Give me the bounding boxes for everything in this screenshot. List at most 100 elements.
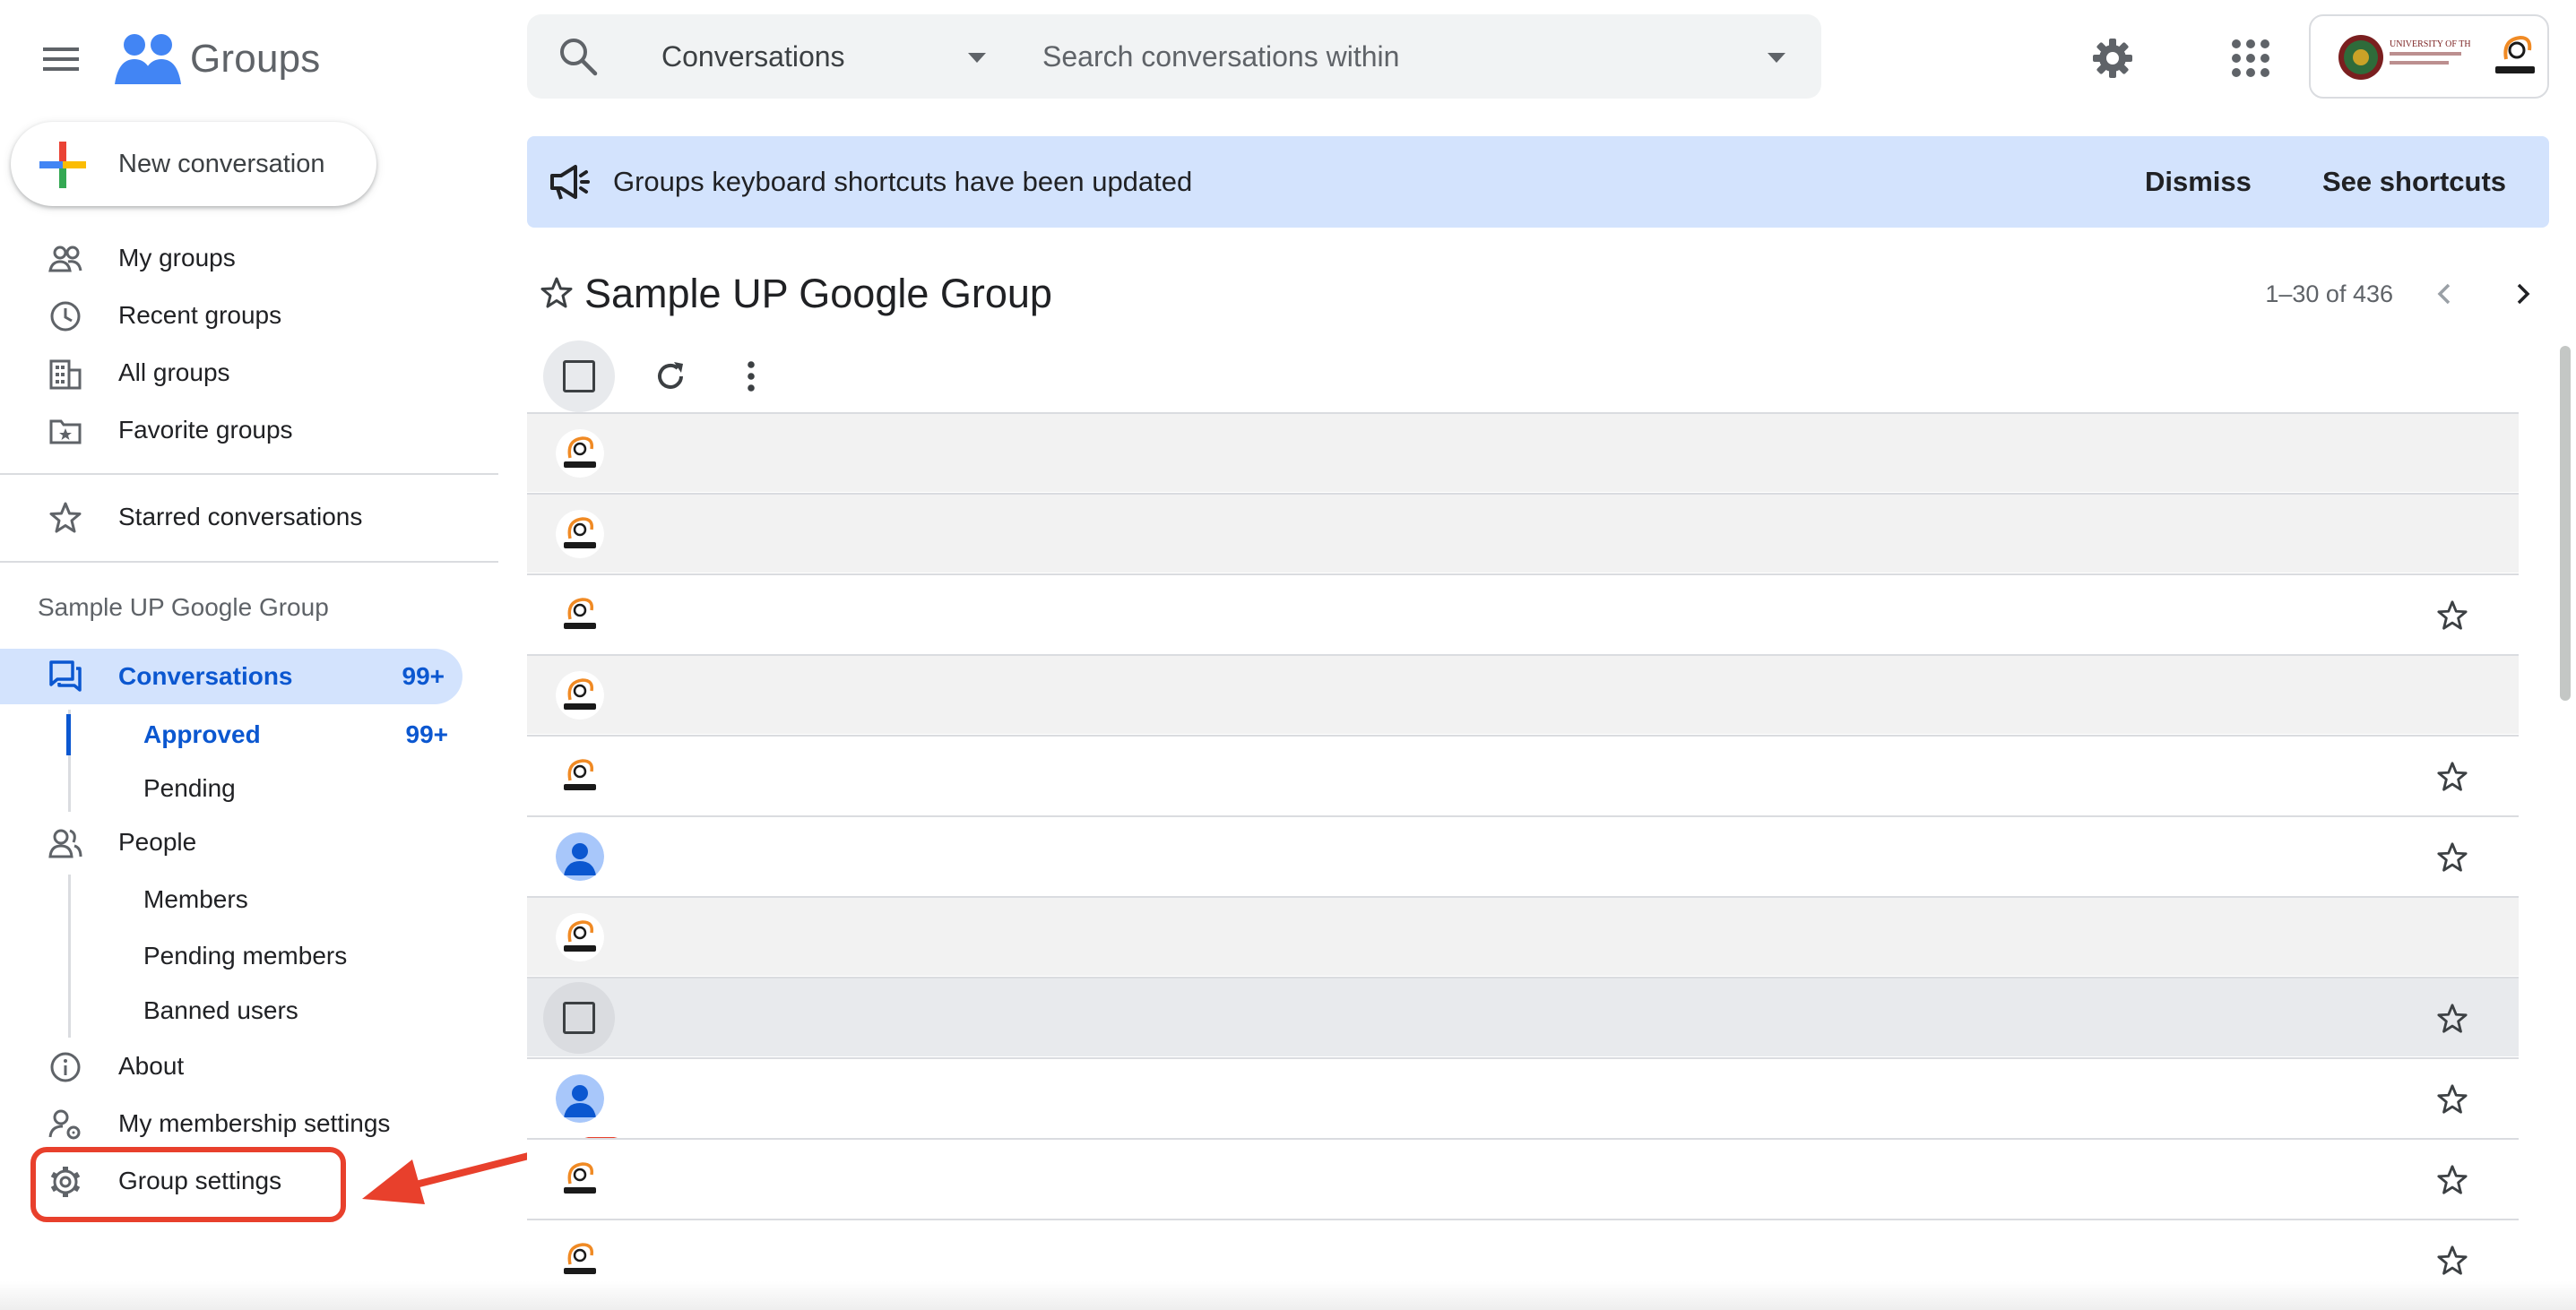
conversation-row[interactable] <box>527 815 2519 895</box>
chevron-left-icon[interactable] <box>2431 280 2459 308</box>
dismiss-button[interactable]: Dismiss <box>2145 136 2252 228</box>
avatar-upitdc-icon <box>556 510 604 558</box>
pagination-range: 1–30 of 436 <box>2265 280 2393 307</box>
nav-pending-members[interactable]: Pending members <box>0 930 466 982</box>
new-conversation-label: New conversation <box>118 150 325 178</box>
refresh-icon[interactable] <box>653 358 688 394</box>
conversation-row[interactable] <box>527 896 2519 976</box>
svg-text:UNIVERSITY OF THE PHILIPPINES: UNIVERSITY OF THE PHILIPPINES <box>2390 39 2470 49</box>
nav-people[interactable]: People <box>0 815 466 869</box>
star-outline-icon[interactable] <box>2436 1083 2468 1116</box>
building-icon <box>49 359 82 390</box>
conversation-row[interactable] <box>527 654 2519 734</box>
nav-label: Starred conversations <box>118 503 363 530</box>
nav-starred-conversations[interactable]: Starred conversations <box>0 490 466 544</box>
conversation-row[interactable] <box>527 1138 2519 1218</box>
nav-my-groups[interactable]: My groups <box>0 231 466 285</box>
caret-down-icon[interactable] <box>964 45 990 70</box>
new-conversation-button[interactable]: New conversation <box>11 122 376 206</box>
nav-pending[interactable]: Pending <box>0 763 466 814</box>
nav-label: My groups <box>118 244 236 271</box>
university-seal-icon <box>2338 35 2383 80</box>
plus-icon <box>39 142 86 188</box>
checkbox-box <box>563 1002 595 1034</box>
gear-icon <box>2093 39 2132 78</box>
conversation-row[interactable] <box>527 1057 2519 1137</box>
chat-bubbles-icon <box>49 660 82 692</box>
nav-recent-groups[interactable]: Recent groups <box>0 289 466 342</box>
more-vert-icon[interactable] <box>733 358 769 394</box>
nav-all-groups[interactable]: All groups <box>0 346 466 400</box>
about-label: About <box>118 1052 185 1080</box>
scrollbar[interactable] <box>2560 346 2571 701</box>
google-apps-button[interactable] <box>2226 34 2275 82</box>
search-options-caret-icon[interactable] <box>1764 45 1789 70</box>
conversations-count-badge: 99+ <box>402 662 445 690</box>
nav-label: Favorite groups <box>118 416 293 444</box>
chevron-right-icon[interactable] <box>2508 280 2537 308</box>
list-toolbar <box>543 340 1081 412</box>
annotation-highlight-box <box>30 1147 346 1222</box>
app-name: Groups <box>190 37 321 81</box>
members-label: Members <box>143 885 248 913</box>
see-shortcuts-button[interactable]: See shortcuts <box>2322 136 2506 228</box>
conversations-label: Conversations <box>118 662 293 690</box>
apps-grid-icon <box>2232 39 2269 77</box>
settings-button[interactable] <box>2088 34 2137 82</box>
search-icon[interactable] <box>558 36 599 77</box>
main-menu-button[interactable] <box>32 30 90 88</box>
info-icon <box>50 1052 81 1082</box>
avatar-person-icon <box>556 832 604 881</box>
group-header: Sample UP Google Group 1–30 of 436 <box>536 260 2544 328</box>
star-outline-icon <box>49 502 82 533</box>
conversation-row[interactable] <box>527 573 2519 653</box>
select-all-checkbox[interactable] <box>543 340 615 412</box>
star-outline-icon[interactable] <box>540 276 574 310</box>
avatar-upitdc-icon <box>556 671 604 720</box>
nav-banned-users[interactable]: Banned users <box>0 985 466 1037</box>
search-scope-select[interactable]: Conversations <box>661 14 845 99</box>
groups-logo-icon <box>115 34 181 84</box>
conversation-row[interactable] <box>527 977 2519 1056</box>
bottom-edge <box>0 1281 2576 1310</box>
checkbox-box <box>563 360 595 392</box>
megaphone-icon <box>550 165 590 200</box>
banned-users-label: Banned users <box>143 996 298 1024</box>
conversation-row[interactable] <box>527 493 2519 573</box>
nav-label: All groups <box>118 358 230 386</box>
people-outline-icon <box>48 246 82 272</box>
people-icon <box>48 829 82 858</box>
star-outline-icon[interactable] <box>2436 841 2468 874</box>
conversation-row[interactable] <box>527 735 2519 814</box>
pending-label: Pending <box>143 774 236 802</box>
search-bar[interactable]: Conversations Search conversations withi… <box>527 14 1821 99</box>
avatar-upitdc-icon <box>556 429 604 478</box>
nav-conversations[interactable]: Conversations 99+ <box>0 649 462 704</box>
star-outline-icon[interactable] <box>2436 1003 2468 1035</box>
shortcuts-banner: Groups keyboard shortcuts have been upda… <box>527 136 2549 228</box>
conversation-row[interactable] <box>527 412 2519 492</box>
pending-members-label: Pending members <box>143 942 348 970</box>
search-input[interactable]: Search conversations within <box>1042 14 1399 99</box>
nav-about[interactable]: About <box>0 1039 466 1093</box>
membership-settings-label: My membership settings <box>118 1109 391 1137</box>
star-outline-icon[interactable] <box>2436 761 2468 793</box>
row-select-checkbox[interactable] <box>543 982 615 1054</box>
star-outline-icon[interactable] <box>2436 599 2468 632</box>
avatar-upitdc-icon <box>556 913 604 961</box>
nav-favorite-groups[interactable]: Favorite groups <box>0 403 466 457</box>
page-title: Sample UP Google Group <box>584 271 1052 316</box>
sidebar-divider <box>0 561 498 563</box>
star-outline-icon[interactable] <box>2436 1164 2468 1196</box>
people-label: People <box>118 828 197 856</box>
nav-approved[interactable]: Approved 99+ <box>0 709 466 761</box>
nav-members[interactable]: Members <box>0 874 466 926</box>
account-logo-text: UNIVERSITY OF THE PHILIPPINES <box>2390 39 2470 65</box>
account-button[interactable]: UNIVERSITY OF THE PHILIPPINES <box>2309 14 2549 99</box>
groups-logo[interactable]: Groups <box>115 25 348 93</box>
star-outline-icon[interactable] <box>2436 1245 2468 1277</box>
hamburger-menu-icon <box>43 47 79 71</box>
person-settings-icon <box>48 1109 81 1140</box>
clock-icon <box>50 301 81 332</box>
avatar-upitdc-icon <box>556 752 604 800</box>
